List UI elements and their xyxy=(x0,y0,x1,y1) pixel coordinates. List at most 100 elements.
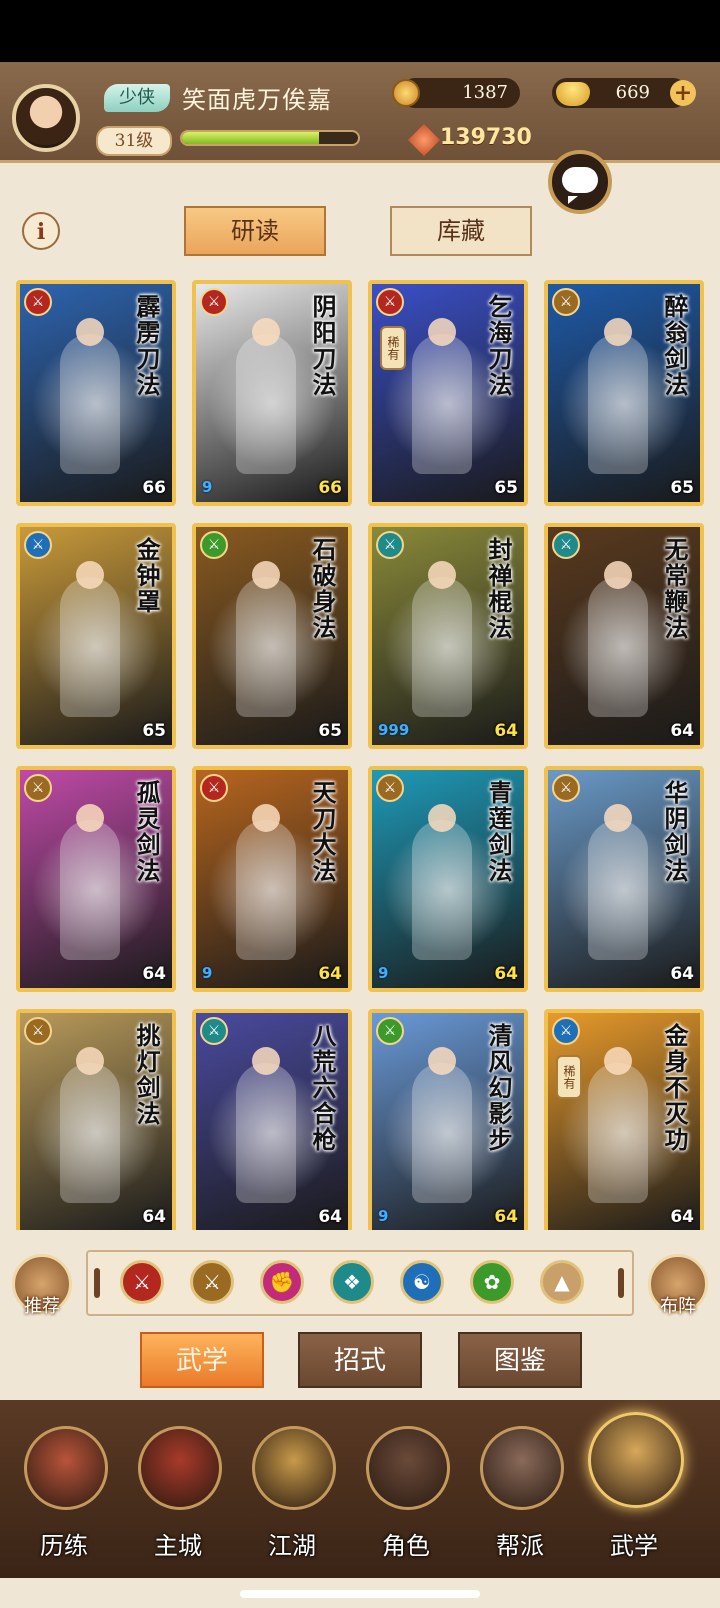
skill-card-figure xyxy=(236,1063,296,1203)
exp-bar-fill xyxy=(182,132,320,144)
skill-card-level: 64 xyxy=(494,721,518,741)
skill-card[interactable]: ⚔ 封禅棍法 999 64 xyxy=(368,523,528,749)
skill-card-figure xyxy=(236,820,296,960)
nav-item-art xyxy=(366,1426,450,1510)
skill-card[interactable]: ⚔ 石破身法 65 xyxy=(192,523,352,749)
nav-item-label: 主城 xyxy=(154,1532,202,1560)
skill-card[interactable]: ⚔ 无常鞭法 64 xyxy=(544,523,704,749)
nav-item-label: 历练 xyxy=(40,1532,88,1560)
skill-card[interactable]: ⚔ 天刀大法 9 64 xyxy=(192,766,352,992)
swirl-icon[interactable]: ✿ xyxy=(470,1260,514,1304)
ingots-value: 669 xyxy=(615,82,650,103)
recommend-label: 推荐 xyxy=(24,1296,60,1317)
martial-arts-grid: ⚔ 霹雳刀法 66 ⚔ 阴阳刀法 9 66 ⚔ 稀有 乞海刀法 65 ⚔ 醉翁剑法 65 ⚔ 金钟罩 65 ⚔ 石破… xyxy=(16,280,706,1230)
skill-card-name: 华阴剑法 xyxy=(660,780,689,884)
skill-card-figure xyxy=(412,334,472,474)
tab-codex[interactable]: 图鉴 xyxy=(458,1332,582,1388)
skill-card[interactable]: ⚔ 醉翁剑法 65 xyxy=(544,280,704,506)
skill-card-level: 64 xyxy=(670,1207,694,1227)
skill-card-figure-head xyxy=(252,804,280,832)
skill-card-figure-head xyxy=(604,561,632,589)
skill-card-figure-head xyxy=(604,1047,632,1075)
skill-type-icon: ⚔ xyxy=(552,1017,580,1045)
formation-label: 布阵 xyxy=(660,1296,696,1317)
tab-storage[interactable]: 库藏 xyxy=(390,206,532,256)
yinyang-icon[interactable]: ☯ xyxy=(400,1260,444,1304)
skill-card-figure-head xyxy=(252,318,280,346)
skill-card-name: 醉翁剑法 xyxy=(660,294,689,398)
skill-card-figure-head xyxy=(604,804,632,832)
skill-card-figure-head xyxy=(428,561,456,589)
skill-card-figure-head xyxy=(76,1047,104,1075)
skill-card-figure-head xyxy=(76,561,104,589)
fan-icon[interactable]: ❖ xyxy=(330,1260,374,1304)
nav-item-label: 角色 xyxy=(382,1532,430,1560)
skill-card-tokens: 9 xyxy=(202,964,213,982)
skill-card-figure xyxy=(236,577,296,717)
skill-card-figure-head xyxy=(252,561,280,589)
skill-card-name: 天刀大法 xyxy=(308,780,337,884)
skill-card[interactable]: ⚔ 霹雳刀法 66 xyxy=(16,280,176,506)
chat-icon[interactable] xyxy=(548,150,612,214)
skill-card-level: 64 xyxy=(670,721,694,741)
fist-icon[interactable]: ✊ xyxy=(260,1260,304,1304)
skill-card-figure xyxy=(60,1063,120,1203)
skill-card-name: 清风幻影步 xyxy=(484,1023,513,1153)
nav-item[interactable]: 主城 xyxy=(128,1418,228,1568)
skill-type-icon: ⚔ xyxy=(200,288,228,316)
skill-type-icon: ⚔ xyxy=(24,774,52,802)
tab-martial-arts[interactable]: 武学 xyxy=(140,1332,264,1388)
skill-type-icon: ⚔ xyxy=(376,774,404,802)
sword-icon[interactable]: ⚔ xyxy=(120,1260,164,1304)
skill-card-level: 64 xyxy=(142,1207,166,1227)
skill-type-icon: ⚔ xyxy=(376,288,404,316)
skill-card-tokens: 9 xyxy=(378,964,389,982)
home-indicator xyxy=(240,1590,480,1598)
rank-badge: 少侠 xyxy=(104,84,170,112)
skill-card[interactable]: ⚔ 稀有 乞海刀法 65 xyxy=(368,280,528,506)
skill-card[interactable]: ⚔ 金钟罩 65 xyxy=(16,523,176,749)
player-avatar[interactable] xyxy=(12,84,80,152)
skill-card-level: 64 xyxy=(318,1207,342,1227)
skill-type-icon: ⚔ xyxy=(552,531,580,559)
skill-card[interactable]: ⚔ 青莲剑法 9 64 xyxy=(368,766,528,992)
skill-card[interactable]: ⚔ 稀有 金身不灭功 64 xyxy=(544,1009,704,1230)
skill-card[interactable]: ⚔ 挑灯剑法 64 xyxy=(16,1009,176,1230)
nav-item[interactable]: 角色 xyxy=(356,1418,456,1568)
sword-gold-icon[interactable]: ⚔ xyxy=(190,1260,234,1304)
skill-type-icon: ⚔ xyxy=(200,1017,228,1045)
skill-card[interactable]: ⚔ 八荒六合枪 64 xyxy=(192,1009,352,1230)
skill-card[interactable]: ⚔ 华阴剑法 64 xyxy=(544,766,704,992)
skill-card[interactable]: ⚔ 阴阳刀法 9 66 xyxy=(192,280,352,506)
nav-item[interactable]: 帮派 xyxy=(470,1418,570,1568)
skill-card-figure xyxy=(588,334,648,474)
info-icon[interactable]: i xyxy=(22,212,60,250)
nav-item-label: 帮派 xyxy=(496,1532,544,1560)
nav-item[interactable]: 历练 xyxy=(14,1418,114,1568)
filter-bar-left-handle xyxy=(94,1268,100,1298)
nav-item[interactable]: 武学 xyxy=(584,1412,684,1568)
skill-type-icon: ⚔ xyxy=(24,1017,52,1045)
skill-card-name: 孤灵剑法 xyxy=(132,780,161,884)
skill-card-level: 66 xyxy=(318,478,342,498)
coins-value: 1387 xyxy=(462,82,508,103)
skill-card[interactable]: ⚔ 孤灵剑法 64 xyxy=(16,766,176,992)
skill-card-name: 金钟罩 xyxy=(132,537,161,615)
add-ingots-button[interactable]: + xyxy=(670,80,696,106)
nav-item-label: 武学 xyxy=(610,1532,658,1560)
arrow-up-icon[interactable]: ▲ xyxy=(540,1260,584,1304)
tab-moves[interactable]: 招式 xyxy=(298,1332,422,1388)
nav-item-label: 江湖 xyxy=(268,1532,316,1560)
nav-item[interactable]: 江湖 xyxy=(242,1418,342,1568)
skill-card-level: 66 xyxy=(142,478,166,498)
nav-item-art xyxy=(24,1426,108,1510)
skill-card-name: 石破身法 xyxy=(308,537,337,641)
tab-study[interactable]: 研读 xyxy=(184,206,326,256)
skill-card-figure xyxy=(588,820,648,960)
skill-card-figure xyxy=(412,1063,472,1203)
nav-item-art xyxy=(480,1426,564,1510)
skill-type-icon: ⚔ xyxy=(200,531,228,559)
skill-card-level: 64 xyxy=(142,964,166,984)
skill-card-level: 64 xyxy=(494,964,518,984)
skill-card[interactable]: ⚔ 清风幻影步 9 64 xyxy=(368,1009,528,1230)
